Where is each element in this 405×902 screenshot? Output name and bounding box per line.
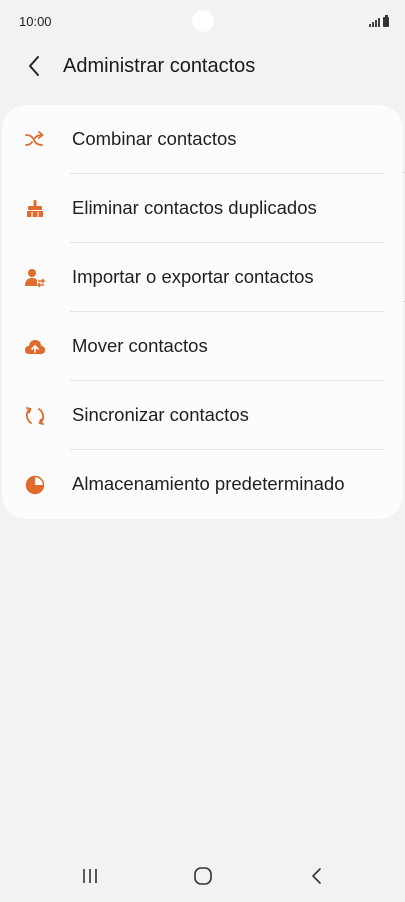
cloud-upload-icon: [24, 336, 46, 358]
menu-item-almacenamiento-predeterminado[interactable]: Almacenamiento predeterminado: [2, 450, 403, 519]
menu-card: Combinar contactos Eliminar contactos du…: [2, 105, 403, 519]
menu-item-sincronizar-contactos[interactable]: Sincronizar contactos: [2, 381, 403, 450]
back-button[interactable]: [18, 50, 50, 82]
page-title: Administrar contactos: [63, 55, 256, 77]
menu-item-importar-exportar[interactable]: Importar o exportar contactos: [2, 243, 403, 312]
back-nav-button[interactable]: [297, 862, 337, 890]
sync-icon: [24, 405, 46, 427]
pie-storage-icon: [24, 474, 46, 496]
signal-icon: [369, 17, 380, 27]
home-icon: [194, 867, 212, 885]
battery-icon: [383, 15, 389, 27]
menu-item-label: Combinar contactos: [72, 128, 237, 149]
menu-item-mover-contactos[interactable]: Mover contactos: [2, 312, 403, 381]
menu-item-combinar-contactos[interactable]: Combinar contactos: [2, 105, 403, 174]
recent-apps-button[interactable]: [70, 862, 110, 890]
menu-item-label: Eliminar contactos duplicados: [72, 197, 317, 218]
status-time: 10:00: [19, 14, 52, 29]
merge-arrows-icon: [24, 129, 46, 151]
header: Administrar contactos: [0, 44, 405, 88]
menu-item-label: Importar o exportar contactos: [72, 266, 314, 287]
menu-item-eliminar-duplicados[interactable]: Eliminar contactos duplicados: [2, 174, 403, 243]
chevron-left-icon: [29, 56, 39, 76]
menu-item-label: Almacenamiento predeterminado: [72, 473, 345, 494]
recent-apps-icon: [83, 869, 97, 883]
broom-icon: [24, 198, 46, 220]
status-bar: 10:00: [0, 0, 405, 44]
home-button[interactable]: [183, 862, 223, 890]
person-transfer-icon: [24, 267, 46, 289]
navigation-bar: [0, 850, 405, 902]
status-icons: [369, 15, 389, 27]
menu-item-label: Sincronizar contactos: [72, 404, 249, 425]
back-icon: [312, 868, 321, 884]
menu-item-label: Mover contactos: [72, 335, 208, 356]
camera-cutout: [192, 10, 214, 32]
